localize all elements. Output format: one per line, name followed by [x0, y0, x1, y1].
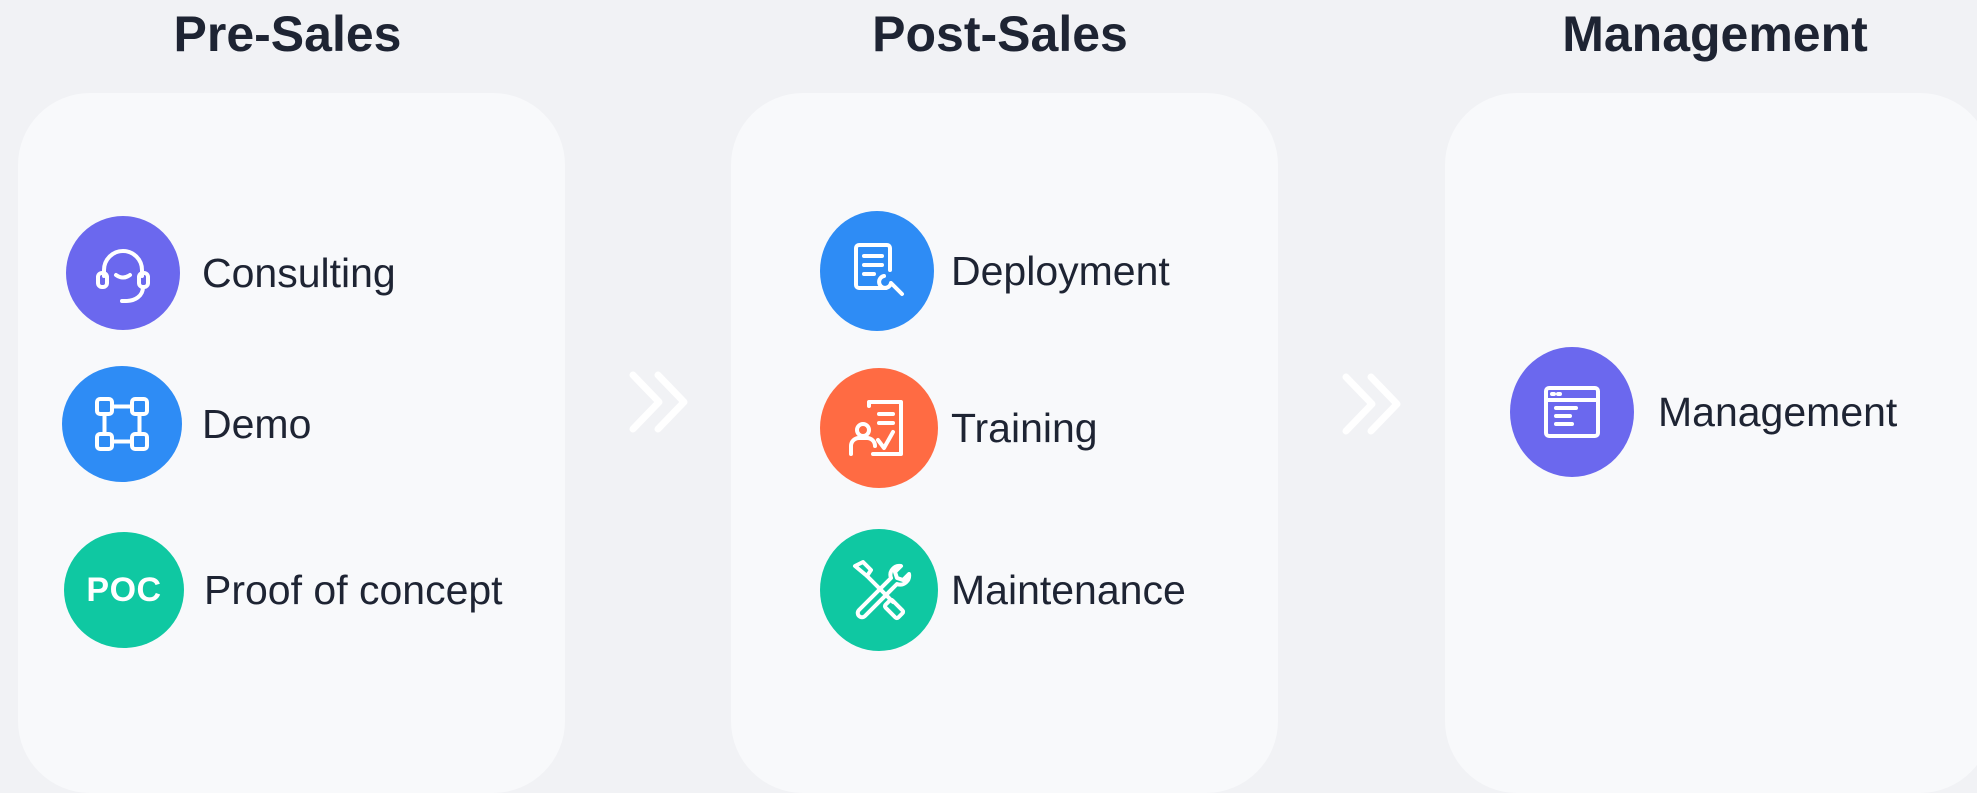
list-item-deployment: Deployment	[820, 211, 1170, 331]
item-label-consulting: Consulting	[202, 249, 396, 296]
crossed-tools-icon	[820, 529, 938, 651]
list-item-management: Management	[1510, 347, 1897, 477]
item-label-demo: Demo	[202, 400, 312, 447]
column-title-post-sales: Post-Sales	[872, 6, 1128, 62]
item-label-management: Management	[1658, 388, 1898, 435]
poc-icon: POC	[64, 532, 184, 648]
item-label-proof-of-concept: Proof of concept	[204, 566, 503, 613]
document-wrench-icon	[820, 211, 934, 331]
headset-icon	[66, 216, 180, 330]
item-label-maintenance: Maintenance	[951, 566, 1186, 613]
item-label-training: Training	[951, 404, 1098, 451]
list-item-proof-of-concept: POC Proof of concept	[64, 532, 503, 648]
double-chevron-right-icon	[1336, 364, 1416, 444]
column-title-pre-sales: Pre-Sales	[173, 6, 402, 62]
item-label-deployment: Deployment	[951, 247, 1170, 294]
list-item-training: Training	[820, 368, 1098, 488]
poc-icon-text: POC	[86, 570, 162, 609]
list-item-demo: Demo	[62, 366, 311, 482]
trainer-board-icon	[820, 368, 938, 488]
double-chevron-right-icon	[623, 362, 703, 442]
column-title-management: Management	[1562, 6, 1868, 62]
app-window-icon	[1510, 347, 1634, 477]
list-item-maintenance: Maintenance	[820, 529, 1186, 651]
network-nodes-icon	[62, 366, 182, 482]
list-item-consulting: Consulting	[66, 216, 396, 330]
